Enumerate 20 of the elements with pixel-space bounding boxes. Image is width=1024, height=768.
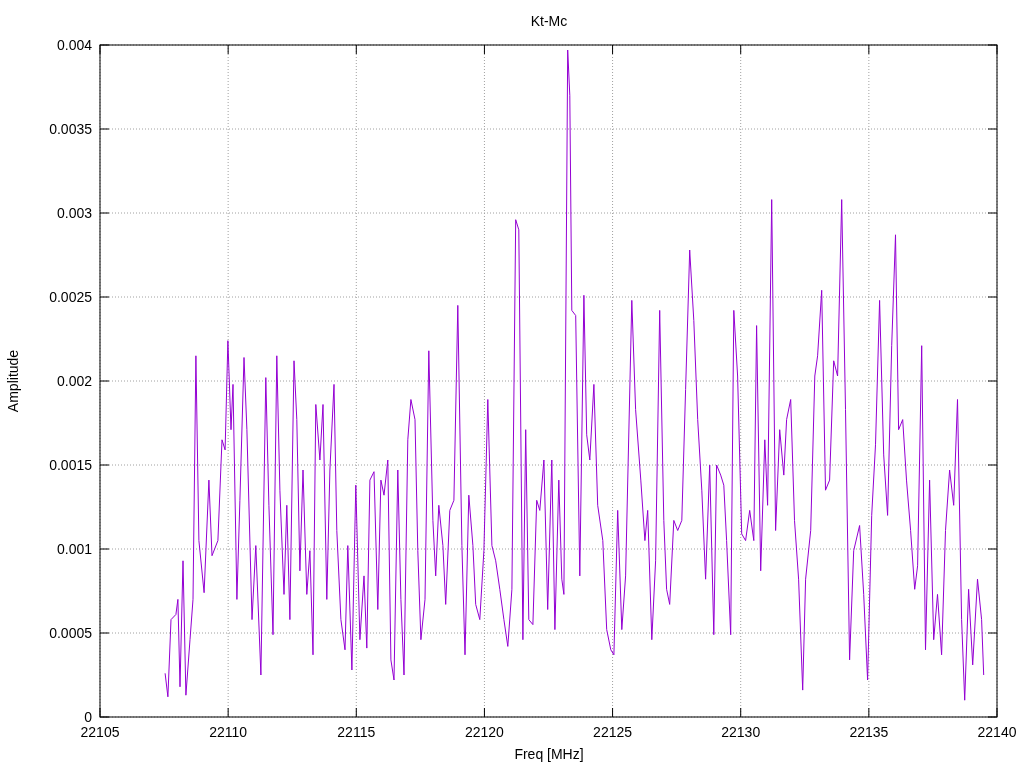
y-tick-label: 0.004: [56, 37, 92, 53]
y-tick-label: 0.0005: [49, 625, 92, 641]
y-tick-label: 0.0025: [49, 289, 92, 305]
x-tick-label: 22140: [977, 724, 1017, 740]
x-tick-label: 22115: [337, 724, 376, 740]
y-tick-label: 0.003: [56, 205, 92, 221]
y-axis-label: Amplitude: [5, 349, 21, 413]
x-axis-label: Freq [MHz]: [514, 746, 584, 762]
y-tick-label: 0: [84, 709, 92, 725]
y-tick-label: 0.002: [56, 373, 92, 389]
x-tick-label: 22105: [80, 724, 120, 740]
x-tick-label: 22130: [721, 724, 761, 740]
x-tick-label: 22110: [209, 724, 248, 740]
y-tick-label: 0.0035: [49, 121, 92, 137]
x-tick-label: 22120: [464, 724, 504, 740]
x-tick-label: 22125: [593, 724, 633, 740]
y-tick-label: 0.001: [56, 541, 92, 557]
chart-title: Kt-Mc: [530, 13, 568, 29]
y-tick-label: 0.0015: [49, 457, 92, 473]
x-tick-label: 22135: [849, 724, 889, 740]
